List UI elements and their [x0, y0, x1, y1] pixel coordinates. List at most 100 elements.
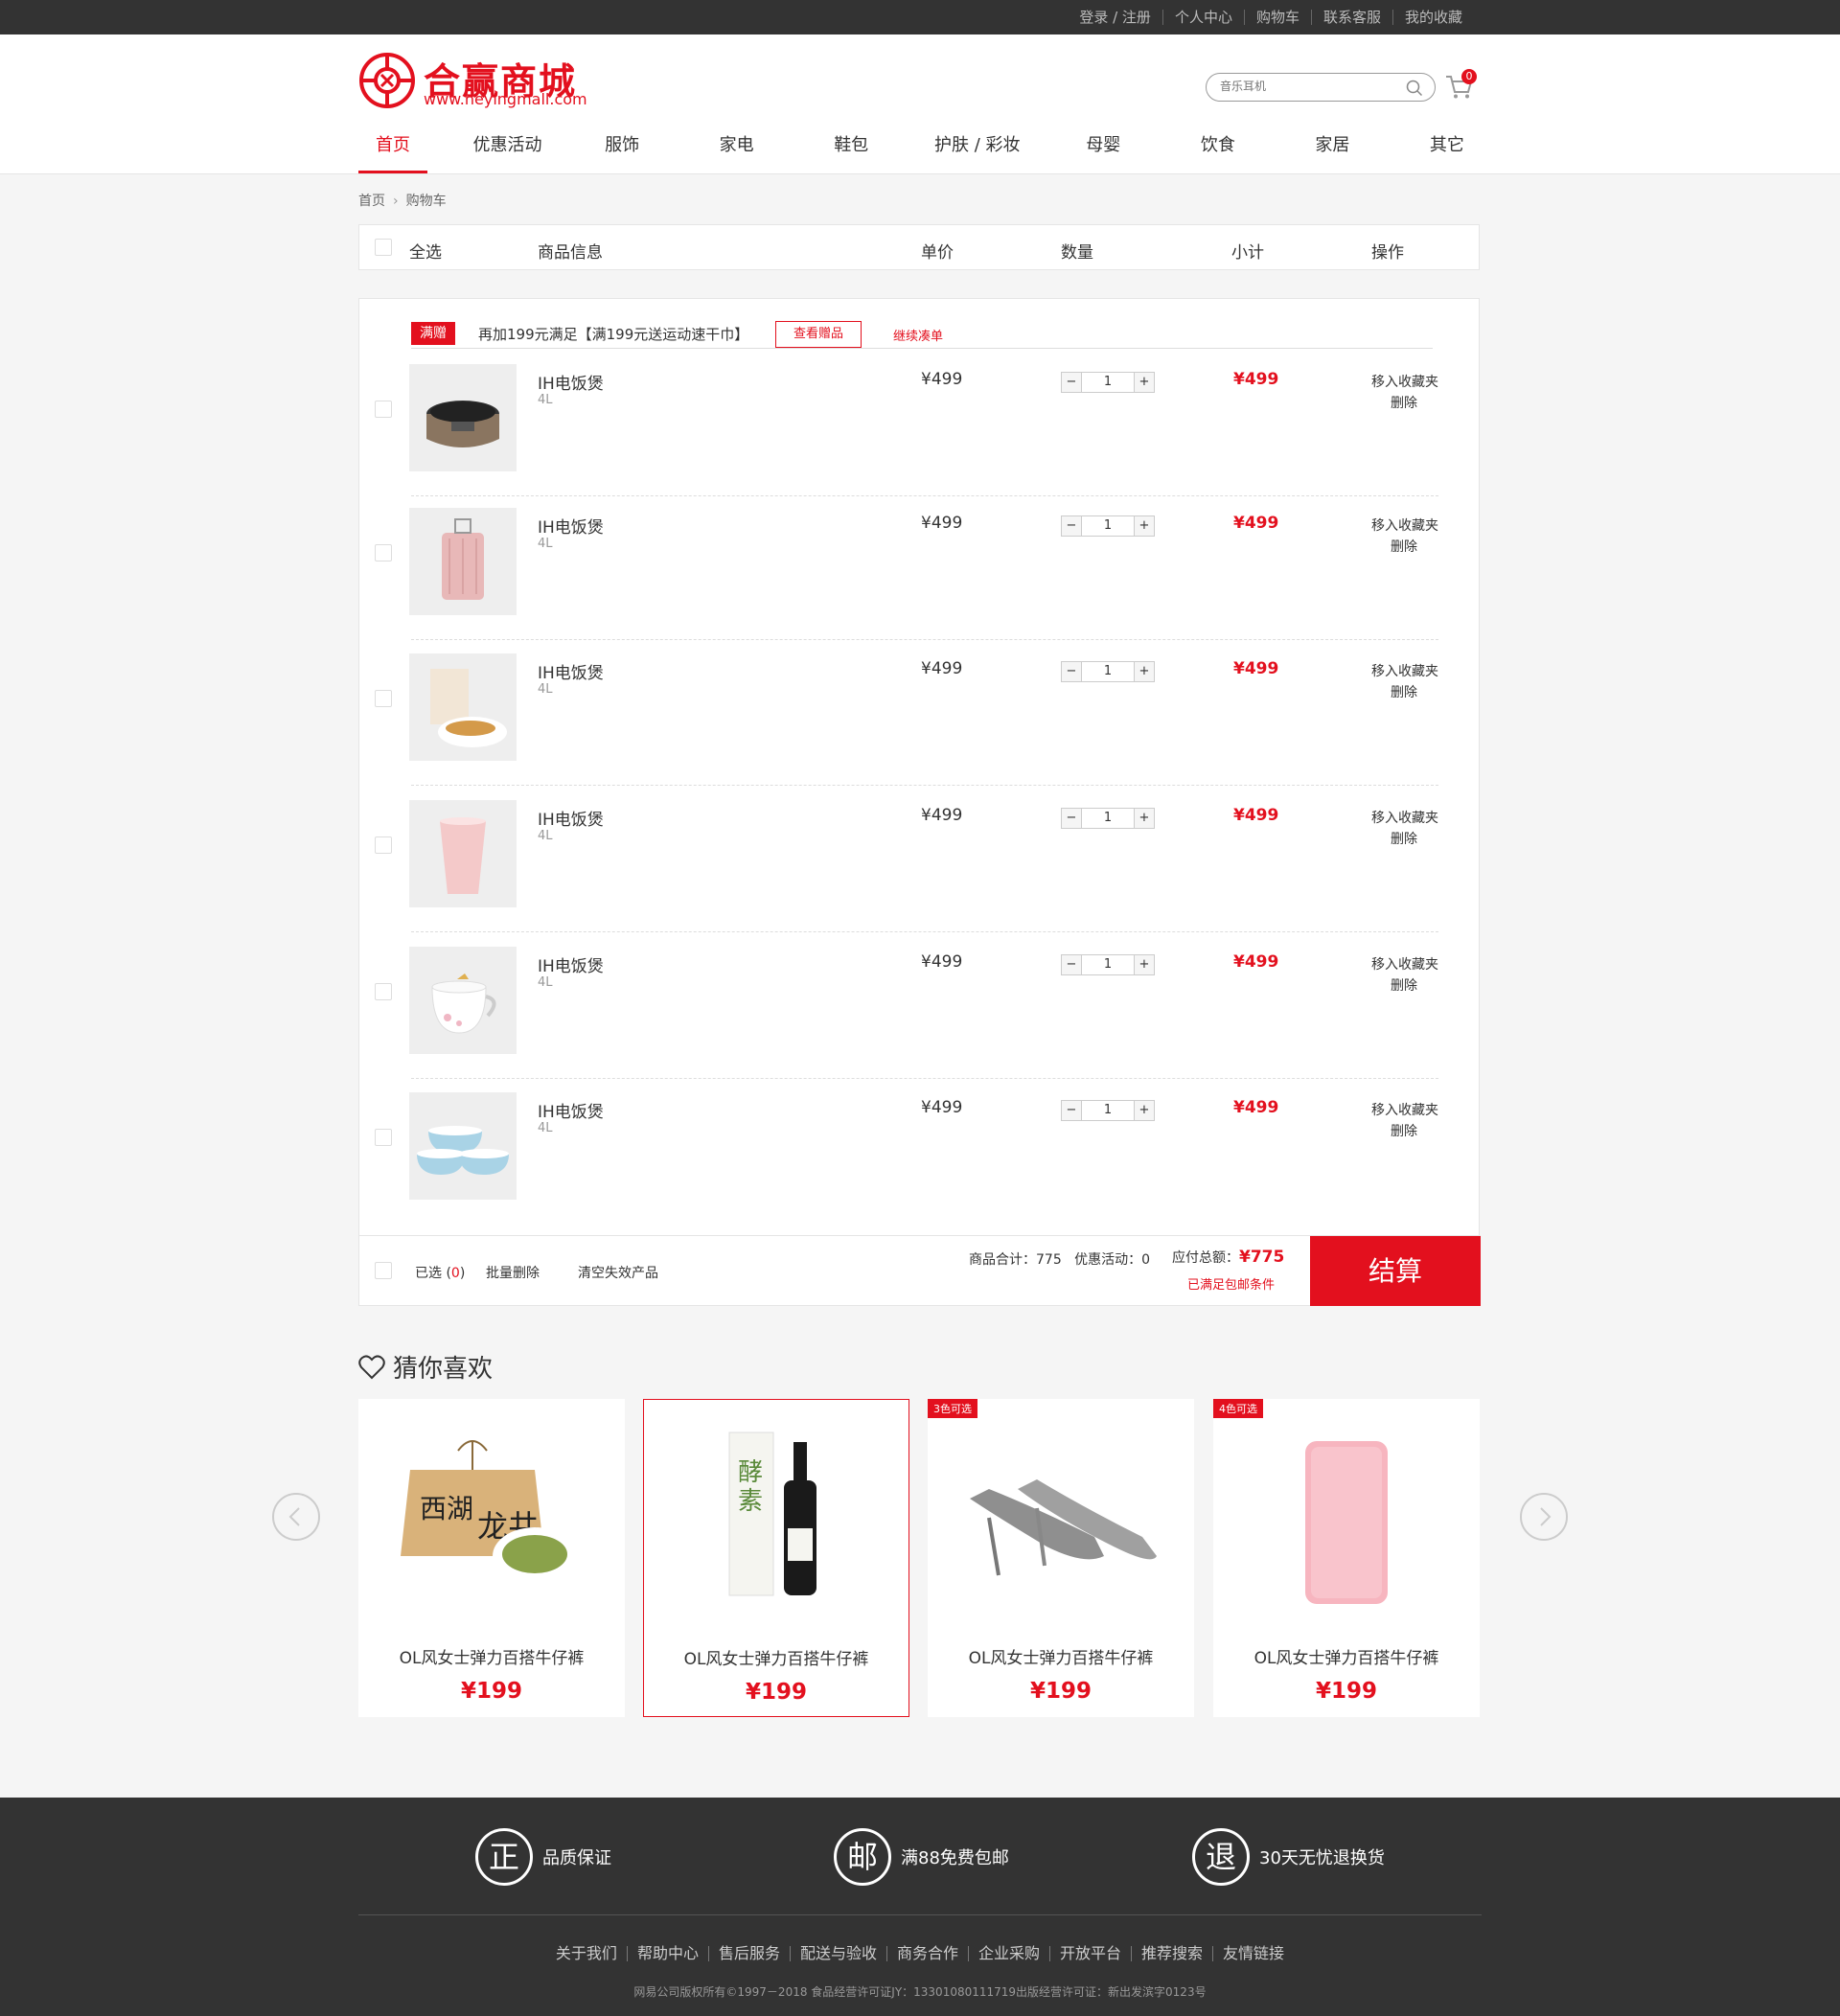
product-image-bowls[interactable] — [409, 1092, 517, 1200]
item-checkbox[interactable] — [375, 1129, 392, 1146]
sum-label: 商品合计： — [969, 1252, 1036, 1268]
plus-icon[interactable]: + — [1135, 955, 1154, 974]
nav-item-baby[interactable]: 母婴 — [1069, 131, 1138, 173]
product-image-cup[interactable] — [409, 800, 517, 907]
product-name[interactable]: IH电饭煲 — [538, 806, 604, 830]
footer-link-enterprise[interactable]: 企业采购 — [968, 1946, 1049, 1961]
move-to-favorites-link[interactable]: 移入收藏夹 — [1371, 372, 1438, 391]
product-image-suitcase[interactable] — [409, 508, 517, 615]
select-all-label[interactable]: 全选 — [409, 239, 442, 263]
item-checkbox[interactable] — [375, 544, 392, 561]
total-summary: 应付总额：¥775 — [1172, 1248, 1284, 1267]
product-name[interactable]: IH电饭煲 — [538, 952, 604, 976]
continue-shopping-link[interactable]: 继续凑单 — [893, 326, 943, 344]
product-name[interactable]: IH电饭煲 — [538, 659, 604, 683]
footer-link-search[interactable]: 推荐搜索 — [1131, 1946, 1212, 1961]
footer-link-about[interactable]: 关于我们 — [546, 1946, 627, 1961]
quantity-value[interactable]: 1 — [1081, 516, 1135, 536]
quantity-value[interactable]: 1 — [1081, 373, 1135, 392]
product-card[interactable]: 西湖 龙井 OL风女士弹力百搭牛仔裤 ¥199 — [358, 1399, 625, 1717]
item-checkbox[interactable] — [375, 690, 392, 707]
plus-icon[interactable]: + — [1135, 662, 1154, 681]
promo-tag: 满赠 — [411, 322, 455, 345]
promo-label: 优惠活动： — [1074, 1252, 1142, 1268]
nav-item-shoes-bags[interactable]: 鞋包 — [816, 131, 886, 173]
nav-item-home[interactable]: 首页 — [358, 131, 427, 173]
clear-invalid-link[interactable]: 清空失效产品 — [578, 1263, 658, 1282]
product-name[interactable]: IH电饭煲 — [538, 514, 604, 538]
quantity-value[interactable]: 1 — [1081, 662, 1135, 681]
footer-link-delivery[interactable]: 配送与验收 — [789, 1946, 886, 1961]
product-image-snack[interactable] — [409, 653, 517, 761]
plus-icon[interactable]: + — [1135, 1101, 1154, 1120]
delete-item-link[interactable]: 删除 — [1391, 829, 1417, 848]
carousel-next-button[interactable] — [1520, 1493, 1568, 1541]
plus-icon[interactable]: + — [1135, 373, 1154, 392]
minus-icon[interactable]: − — [1062, 662, 1081, 681]
footer-link-after-sales[interactable]: 售后服务 — [707, 1946, 790, 1961]
carousel-prev-button[interactable] — [272, 1493, 320, 1541]
checkout-button[interactable]: 结算 — [1310, 1236, 1481, 1306]
customer-service-link[interactable]: 联系客服 — [1310, 10, 1392, 25]
item-checkbox[interactable] — [375, 401, 392, 418]
nav-item-apparel[interactable]: 服饰 — [587, 131, 656, 173]
plus-icon[interactable]: + — [1135, 809, 1154, 828]
nav-item-other[interactable]: 其它 — [1413, 131, 1482, 173]
nav-item-appliances[interactable]: 家电 — [702, 131, 771, 173]
product-card[interactable]: 酵 素 OL风女士弹力百搭牛仔裤 ¥199 — [643, 1399, 909, 1717]
move-to-favorites-link[interactable]: 移入收藏夹 — [1371, 808, 1438, 827]
nav-item-promotions[interactable]: 优惠活动 — [473, 131, 542, 173]
nav-item-skincare-makeup[interactable]: 护肤 / 彩妆 — [932, 131, 1024, 173]
product-card-price: ¥199 — [460, 1679, 522, 1704]
footer-select-all-checkbox[interactable] — [375, 1262, 392, 1279]
minus-icon[interactable]: − — [1062, 373, 1081, 392]
quantity-value[interactable]: 1 — [1081, 1101, 1135, 1120]
nav-item-food[interactable]: 饮食 — [1184, 131, 1253, 173]
quantity-value[interactable]: 1 — [1081, 955, 1135, 974]
minus-icon[interactable]: − — [1062, 809, 1081, 828]
search-icon[interactable] — [1406, 80, 1423, 97]
product-image-teacup[interactable] — [409, 947, 517, 1054]
footer-link-help[interactable]: 帮助中心 — [626, 1946, 708, 1961]
header-subtotal: 小计 — [1231, 243, 1264, 263]
delete-item-link[interactable]: 删除 — [1391, 537, 1417, 556]
search-box[interactable] — [1206, 73, 1436, 102]
svg-text:素: 素 — [738, 1487, 763, 1516]
delete-item-link[interactable]: 删除 — [1391, 975, 1417, 995]
move-to-favorites-link[interactable]: 移入收藏夹 — [1371, 1100, 1438, 1119]
move-to-favorites-link[interactable]: 移入收藏夹 — [1371, 954, 1438, 974]
plus-icon[interactable]: + — [1135, 516, 1154, 536]
breadcrumb-home[interactable]: 首页 — [358, 194, 385, 209]
quantity-stepper: − 1 + — [1061, 661, 1155, 682]
minus-icon[interactable]: − — [1062, 955, 1081, 974]
view-gift-button[interactable]: 查看赠品 — [775, 321, 862, 348]
cart-footer: 已选 (0) 批量删除 清空失效产品 商品合计：775 优惠活动：0 应付总额：… — [359, 1235, 1481, 1306]
delete-item-link[interactable]: 删除 — [1391, 393, 1417, 412]
item-checkbox[interactable] — [375, 836, 392, 854]
footer-link-open-platform[interactable]: 开放平台 — [1049, 1946, 1131, 1961]
nav-item-home-living[interactable]: 家居 — [1298, 131, 1367, 173]
product-name[interactable]: IH电饭煲 — [538, 370, 604, 394]
select-all-checkbox[interactable] — [375, 239, 392, 256]
minus-icon[interactable]: − — [1062, 516, 1081, 536]
search-input[interactable] — [1220, 80, 1402, 93]
move-to-favorites-link[interactable]: 移入收藏夹 — [1371, 661, 1438, 680]
footer-link-friends[interactable]: 友情链接 — [1212, 1946, 1294, 1961]
user-center-link[interactable]: 个人中心 — [1162, 10, 1244, 25]
delete-item-link[interactable]: 删除 — [1391, 1121, 1417, 1140]
minus-icon[interactable]: − — [1062, 1101, 1081, 1120]
product-card[interactable]: 4色可选 OL风女士弹力百搭牛仔裤 ¥199 — [1213, 1399, 1480, 1717]
cart-link[interactable]: 购物车 — [1243, 10, 1311, 25]
footer-link-business[interactable]: 商务合作 — [886, 1946, 968, 1961]
quantity-value[interactable]: 1 — [1081, 809, 1135, 828]
product-card[interactable]: 3色可选 OL风女士弹力百搭牛仔裤 ¥199 — [928, 1399, 1194, 1717]
site-logo[interactable]: 合赢商城 www.heyingmall.com — [358, 50, 587, 111]
product-image-rice-cooker[interactable] — [409, 364, 517, 471]
login-register-link[interactable]: 登录 / 注册 — [1068, 10, 1162, 25]
product-name[interactable]: IH电饭煲 — [538, 1098, 604, 1122]
favorites-link[interactable]: 我的收藏 — [1392, 10, 1474, 25]
delete-item-link[interactable]: 删除 — [1391, 682, 1417, 701]
move-to-favorites-link[interactable]: 移入收藏夹 — [1371, 515, 1438, 535]
batch-delete-link[interactable]: 批量删除 — [486, 1263, 540, 1282]
item-checkbox[interactable] — [375, 983, 392, 1000]
